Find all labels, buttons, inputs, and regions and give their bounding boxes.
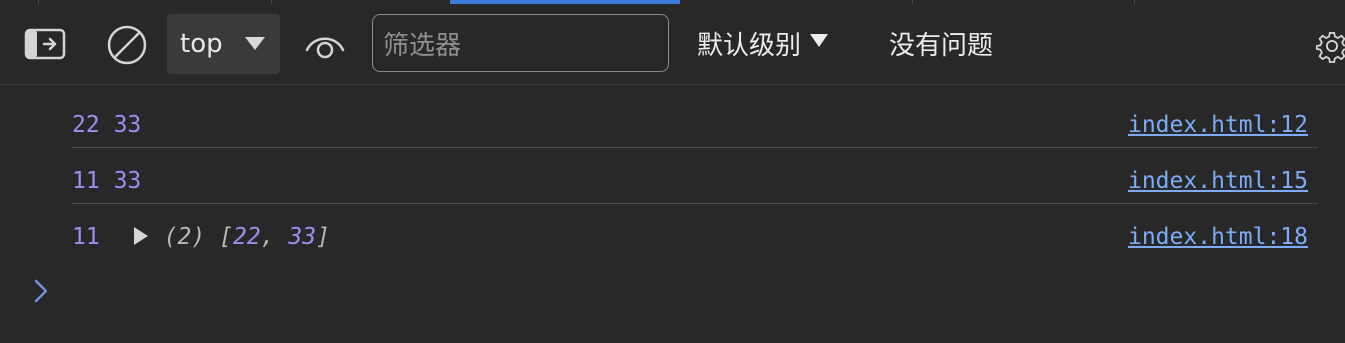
logged-number: 33 [113, 168, 142, 194]
context-label: top [180, 29, 223, 59]
array-item: 22 [232, 224, 261, 250]
logged-number: 11 [72, 168, 100, 194]
logged-number: 22 [72, 112, 100, 138]
log-levels-label: 默认级别 [697, 30, 802, 61]
clear-console-button[interactable] [104, 24, 150, 66]
log-levels-dropdown[interactable]: 默认级别 [697, 23, 829, 63]
eye-icon [305, 37, 345, 59]
message-text: 11 (2) [22, 33] [72, 224, 330, 250]
settings-button[interactable] [1316, 24, 1345, 68]
source-link[interactable]: index.html:12 [1128, 112, 1308, 138]
array-item: 33 [288, 224, 317, 250]
context-selector[interactable]: top [167, 14, 280, 74]
array-separator: , [260, 224, 289, 250]
logged-number: 33 [113, 112, 142, 138]
live-expression-button[interactable] [302, 26, 348, 66]
caret-down-icon [245, 37, 265, 50]
gear-icon [1316, 32, 1345, 63]
filter-placeholder: 筛选器 [383, 30, 462, 61]
console-message: 11 (2) [22, 33] index.html:18 [72, 204, 1318, 259]
message-text: 22 33 [72, 112, 141, 138]
array-preview[interactable]: (2) [22, 33] [164, 224, 330, 250]
array-open-bracket: [ [219, 224, 233, 250]
array-length: (2) [163, 224, 206, 250]
message-text: 11 33 [72, 168, 141, 194]
caret-down-icon [810, 34, 829, 47]
clear-console-icon [107, 25, 147, 65]
source-link[interactable]: index.html:18 [1128, 224, 1308, 250]
issues-counter[interactable]: 没有问题 [889, 23, 993, 63]
console-message: 22 33 index.html:12 [72, 92, 1318, 148]
console-toolbar: top 筛选器 默认级别 没有问题 [0, 4, 1345, 85]
console-prompt[interactable] [32, 278, 50, 308]
filter-input[interactable]: 筛选器 [372, 14, 669, 72]
console-output: 22 33 index.html:12 11 33 index.html:15 … [0, 85, 1345, 343]
triangle-right-icon[interactable] [133, 226, 148, 245]
chevron-right-icon [34, 279, 48, 303]
sidebar-toggle-icon [24, 28, 66, 60]
logged-number: 11 [72, 224, 100, 250]
source-link[interactable]: index.html:15 [1128, 168, 1308, 194]
array-close-bracket: ] [316, 224, 330, 250]
sidebar-toggle-button[interactable] [24, 26, 68, 62]
console-message: 11 33 index.html:15 [72, 148, 1318, 204]
